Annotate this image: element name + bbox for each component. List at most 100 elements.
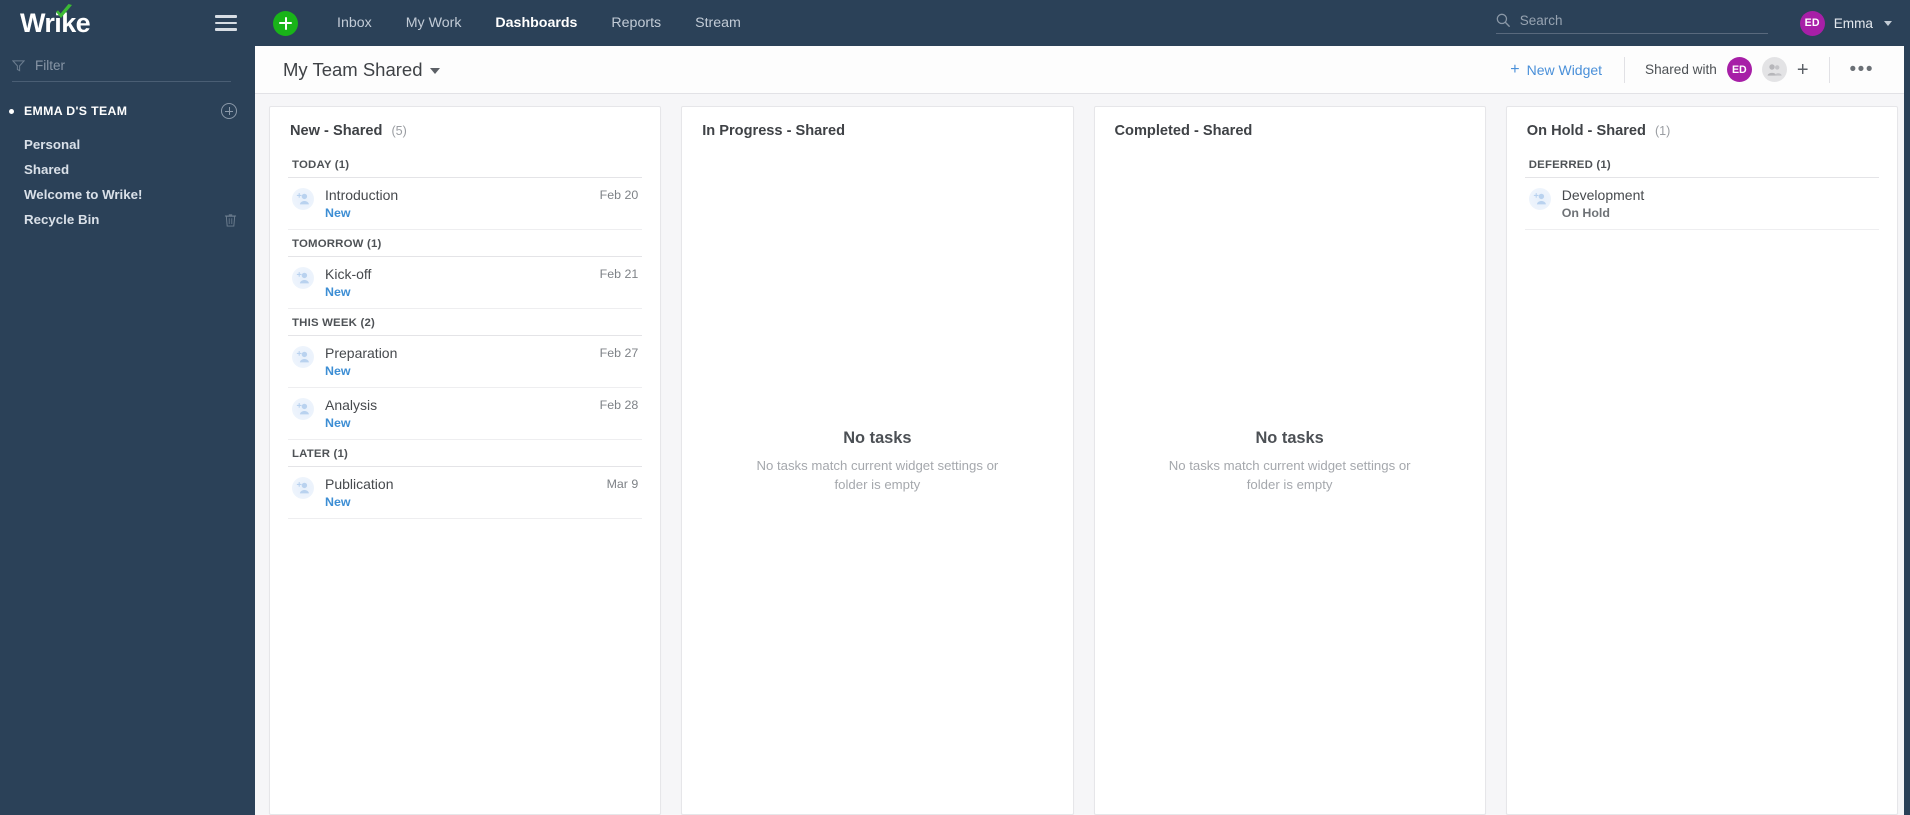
sidebar-item-recycle-bin[interactable]: Recycle Bin: [0, 207, 255, 232]
status-badge[interactable]: New: [325, 285, 589, 299]
user-name: Emma: [1833, 15, 1873, 31]
dashboard-board: New - Shared (5) TODAY (1) Introduction …: [255, 94, 1910, 815]
widget-header[interactable]: Completed - Shared: [1095, 107, 1485, 151]
assignee-glyph: [296, 192, 309, 205]
dashboard-title-dropdown[interactable]: My Team Shared: [283, 59, 440, 81]
wrike-logo[interactable]: Wrike: [20, 4, 91, 37]
group-label: TODAY (1): [288, 151, 643, 178]
widget-completed-shared: Completed - Shared No tasks No tasks mat…: [1093, 106, 1486, 815]
task-group-tomorrow: TOMORROW (1) Kick-off New Feb 21: [270, 230, 660, 309]
table-row[interactable]: Publication New Mar 9: [288, 467, 643, 519]
sidebar-item-label: Welcome to Wrike!: [24, 187, 143, 202]
group-label: TOMORROW (1): [288, 230, 643, 257]
shared-avatar[interactable]: ED: [1726, 57, 1752, 82]
sidebar-item-label: Recycle Bin: [24, 212, 100, 227]
task-name: Analysis: [325, 397, 378, 413]
search-box: [1495, 12, 1768, 34]
empty-state-subtitle: No tasks match current widget settings o…: [756, 458, 999, 492]
assignee-glyph: [296, 350, 309, 363]
task-group-deferred: DEFERRED (1) Development On Hold: [1507, 151, 1897, 230]
chevron-down-icon: [429, 68, 440, 74]
sidebar-logo-row: Wrike: [0, 0, 255, 46]
status-badge[interactable]: New: [325, 495, 596, 509]
nav-item-inbox[interactable]: Inbox: [320, 0, 389, 46]
people-icon[interactable]: [1761, 57, 1787, 82]
table-row[interactable]: Kick-off New Feb 21: [288, 257, 643, 309]
team-status-dot: [9, 108, 14, 114]
assignee-glyph: [296, 402, 309, 415]
group-label: THIS WEEK (2): [288, 309, 643, 336]
add-assignee-icon[interactable]: [1528, 188, 1551, 210]
create-new-button[interactable]: [273, 10, 298, 36]
wrike-app: Wrike EMMA D'S TEAM Personal: [0, 0, 1910, 815]
task-name: Introduction: [325, 187, 399, 203]
green-check-icon: [56, 4, 73, 18]
widget-column-in-progress-shared: In Progress - Shared No tasks No tasks m…: [671, 106, 1083, 815]
search-icon[interactable]: [1496, 13, 1510, 27]
more-options-icon[interactable]: •••: [1830, 60, 1888, 79]
widget-count: (1): [1654, 124, 1671, 138]
task-name: Preparation: [325, 345, 398, 361]
task-date: Feb 20: [599, 188, 639, 202]
empty-state: No tasks No tasks match current widget s…: [1095, 151, 1485, 814]
add-assignee-icon[interactable]: [292, 267, 314, 289]
sidebar-item-personal[interactable]: Personal: [0, 132, 255, 157]
task-group-later: LATER (1) Publication New Mar 9: [270, 440, 660, 519]
sidebar-item-shared[interactable]: Shared: [0, 157, 255, 182]
add-assignee-icon[interactable]: [292, 398, 314, 420]
status-badge[interactable]: New: [325, 416, 589, 430]
task-main: Preparation New: [325, 345, 589, 378]
shared-with-label: Shared with: [1645, 62, 1717, 77]
widget-column-completed-shared: Completed - Shared No tasks No tasks mat…: [1084, 106, 1496, 815]
add-assignee-icon[interactable]: [292, 477, 314, 499]
task-main: Development On Hold: [1562, 187, 1864, 220]
table-row[interactable]: Preparation New Feb 27: [288, 336, 643, 388]
widget-title: Completed - Shared: [1114, 123, 1253, 139]
task-group-this-week: THIS WEEK (2) Preparation New Feb 27 Ana…: [270, 309, 660, 440]
plus-icon: +: [1510, 60, 1520, 78]
task-date: Mar 9: [606, 477, 639, 491]
top-nav-links: Inbox My Work Dashboards Reports Stream: [320, 0, 758, 46]
empty-state-title: No tasks: [843, 429, 912, 447]
add-assignee-icon[interactable]: [292, 346, 314, 368]
widget-column-on-hold-shared: On Hold - Shared (1) DEFERRED (1) Develo…: [1496, 106, 1910, 815]
task-date: Feb 27: [599, 346, 639, 360]
hamburger-icon[interactable]: [215, 15, 237, 31]
widget-column-new-shared: New - Shared (5) TODAY (1) Introduction …: [255, 106, 671, 815]
status-badge[interactable]: New: [325, 364, 589, 378]
team-row[interactable]: EMMA D'S TEAM: [0, 100, 255, 122]
sidebar-item-welcome-to-wrike[interactable]: Welcome to Wrike!: [0, 182, 255, 207]
task-name: Publication: [325, 476, 394, 492]
add-share-icon[interactable]: +: [1797, 60, 1809, 80]
add-assignee-icon[interactable]: [292, 188, 314, 210]
task-date: Feb 28: [599, 398, 639, 412]
filter-row: [12, 56, 231, 82]
table-row[interactable]: Introduction New Feb 20: [288, 178, 643, 230]
page-title: My Team Shared: [283, 58, 423, 80]
filter-input[interactable]: [35, 56, 231, 75]
top-navigation-bar: Inbox My Work Dashboards Reports Stream …: [255, 0, 1910, 46]
nav-item-my-work[interactable]: My Work: [389, 0, 479, 46]
nav-item-reports[interactable]: Reports: [594, 0, 678, 46]
table-row[interactable]: Analysis New Feb 28: [288, 388, 643, 440]
assignee-glyph: [296, 481, 309, 494]
status-badge[interactable]: On Hold: [1562, 206, 1864, 220]
add-folder-icon[interactable]: [221, 103, 237, 119]
top-nav-right: ED Emma: [1495, 10, 1892, 36]
nav-item-dashboards[interactable]: Dashboards: [478, 0, 594, 46]
assignee-glyph: [296, 271, 309, 284]
task-name: Kick-off: [325, 266, 372, 282]
task-name: Development: [1561, 187, 1645, 203]
status-badge[interactable]: New: [325, 206, 589, 220]
new-widget-button[interactable]: + New Widget: [1510, 60, 1624, 78]
nav-item-stream[interactable]: Stream: [678, 0, 758, 46]
user-menu[interactable]: ED Emma: [1799, 10, 1892, 36]
widget-title: On Hold - Shared: [1526, 123, 1646, 139]
table-row[interactable]: Development On Hold: [1524, 178, 1879, 230]
widget-header[interactable]: In Progress - Shared: [682, 107, 1072, 151]
widget-header[interactable]: New - Shared (5): [270, 107, 660, 151]
task-date: Feb 21: [599, 267, 639, 281]
search-input[interactable]: [1519, 12, 1768, 28]
trash-icon[interactable]: [224, 213, 237, 227]
widget-header[interactable]: On Hold - Shared (1): [1507, 107, 1897, 151]
